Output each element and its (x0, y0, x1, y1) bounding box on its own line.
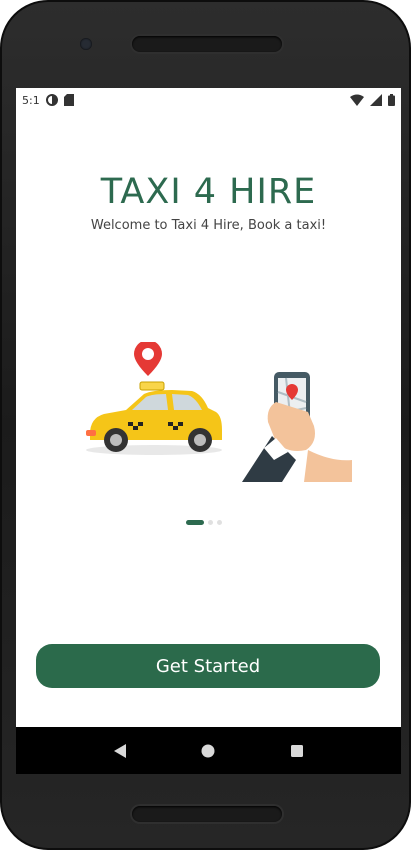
home-icon[interactable] (197, 740, 219, 762)
signal-icon (370, 94, 382, 106)
status-time: 5:1 (22, 93, 40, 107)
onboarding-illustration (86, 342, 352, 482)
app-title: TAXI 4 HIRE (100, 172, 317, 212)
bottom-speaker (132, 806, 282, 822)
battery-icon (388, 94, 395, 106)
data-saver-icon (45, 94, 58, 106)
top-speaker (132, 36, 282, 52)
taxi-icon (86, 381, 222, 455)
wifi-icon (350, 94, 364, 106)
carousel-dot[interactable] (217, 520, 222, 525)
sd-card-icon (63, 94, 74, 106)
location-pin-icon (134, 342, 162, 376)
system-nav-bar (16, 727, 401, 774)
app-screen: 5:1 TAXI 4 HIRE Welcome to Taxi 4 Hire, … (16, 88, 401, 774)
get-started-button[interactable]: Get Started (36, 644, 380, 688)
carousel-dot[interactable] (208, 520, 213, 525)
phone-frame: 5:1 TAXI 4 HIRE Welcome to Taxi 4 Hire, … (0, 0, 411, 850)
app-subtitle: Welcome to Taxi 4 Hire, Book a taxi! (90, 218, 327, 233)
hand-icon (242, 402, 352, 482)
carousel-indicator (186, 520, 222, 525)
back-icon[interactable] (109, 740, 131, 762)
carousel-dot-active[interactable] (186, 520, 204, 525)
recents-icon[interactable] (286, 740, 308, 762)
status-bar: 5:1 (16, 88, 401, 112)
front-camera (80, 38, 92, 50)
